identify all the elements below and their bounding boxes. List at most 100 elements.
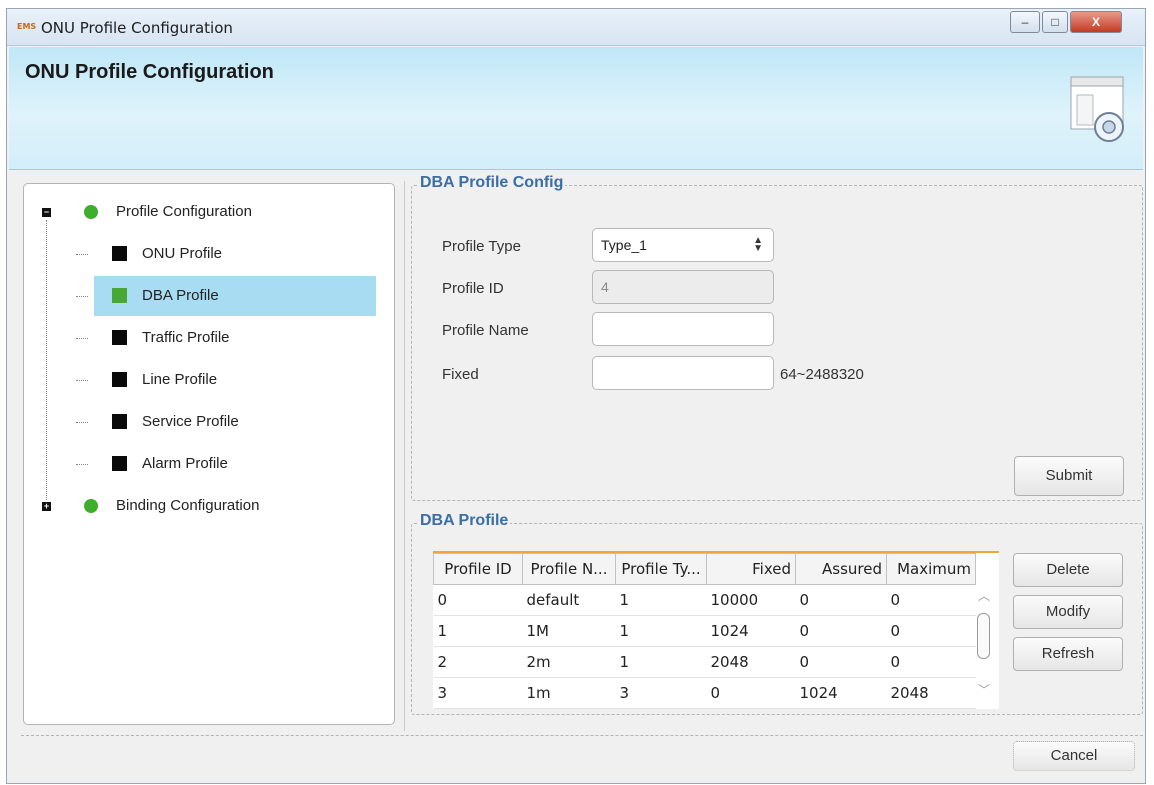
cell-profile-name: 2m [522,646,616,678]
column-header-maximum[interactable]: Maximum [886,553,976,585]
modify-button[interactable]: Modify [1013,595,1123,629]
table-row[interactable]: 0 default 1 10000 0 0 [433,584,976,616]
tree-connector [76,338,88,339]
green-play-icon [84,499,98,513]
tree-item-service-profile[interactable]: Service Profile [142,403,239,441]
tree-item-label: Service Profile [142,413,239,430]
tree-connector [76,296,88,297]
tree-item-label: ONU Profile [142,245,223,262]
cell-assured: 0 [795,584,887,616]
cell-assured: 0 [795,646,887,678]
tree-connector [76,464,88,465]
ems-app-icon: EMS [17,22,37,31]
table-header-row: Profile ID Profile N... Profile Ty... Fi… [433,553,976,585]
profile-name-field[interactable] [592,312,774,346]
delete-button[interactable]: Delete [1013,553,1123,587]
table-row[interactable]: 1 1M 1 1024 0 0 [433,615,976,647]
cell-fixed: 2048 [706,646,796,678]
tree-selection-highlight [94,276,376,316]
page-title: ONU Profile Configuration [25,61,274,83]
profile-type-label: Profile Type [442,238,521,255]
expand-icon[interactable]: + [42,502,51,511]
tree-item-label: Traffic Profile [142,329,230,346]
scroll-up-icon[interactable]: ︿ [978,587,990,604]
page-header: ONU Profile Configuration [9,47,1143,170]
table-scrollbar[interactable]: ︿ ﹀ [973,585,995,703]
onu-profile-icon [112,246,127,261]
refresh-button[interactable]: Refresh [1013,637,1123,671]
scroll-down-icon[interactable]: ﹀ [978,681,990,698]
settings-window-icon [1070,76,1124,142]
dba-profile-table[interactable]: Profile ID Profile N... Profile Ty... Fi… [433,551,999,709]
green-chevron-down-icon [84,205,98,219]
cell-profile-type: 1 [615,584,707,616]
cell-profile-type: 1 [615,646,707,678]
cell-maximum: 0 [886,615,976,647]
maximize-button[interactable]: □ [1042,11,1068,33]
cell-profile-type: 1 [615,615,707,647]
cell-profile-type: 3 [615,677,707,709]
dba-profile-icon [112,288,127,303]
cell-profile-id: 3 [433,677,523,709]
cell-fixed: 1024 [706,615,796,647]
fixed-field[interactable] [592,356,774,390]
tree-item-onu-profile[interactable]: ONU Profile [142,235,222,273]
cell-fixed: 10000 [706,584,796,616]
group-title: DBA Profile [418,512,511,530]
tree-item-alarm-profile[interactable]: Alarm Profile [142,445,228,483]
tree-item-binding-configuration[interactable]: Binding Configuration [116,487,259,525]
minimize-button[interactable]: – [1010,11,1040,33]
submit-button[interactable]: Submit [1014,456,1124,496]
updown-arrows-icon: ▲ ▼ [753,235,763,254]
profile-tree-panel: − Profile Configuration ONU Profile DBA … [23,183,395,725]
tree-item-profile-configuration[interactable]: Profile Configuration [116,193,252,231]
panel-divider [404,181,405,731]
fixed-label: Fixed [442,366,479,383]
alarm-profile-icon [112,456,127,471]
onu-profile-window: EMS ONU Profile Configuration – □ X ONU … [6,8,1146,784]
scroll-thumb[interactable] [977,613,990,659]
traffic-profile-icon [112,330,127,345]
column-header-fixed[interactable]: Fixed [706,553,796,585]
tree-item-label: Alarm Profile [142,455,228,472]
tree-item-label: DBA Profile [142,287,219,304]
column-header-profile-id[interactable]: Profile ID [433,553,523,585]
profile-type-select[interactable]: Type_1 ▲ ▼ [592,228,774,262]
cell-maximum: 0 [886,646,976,678]
cell-profile-id: 0 [433,584,523,616]
tree-connector [46,220,47,500]
column-header-profile-name[interactable]: Profile N... [522,553,616,585]
dba-profile-config-group: DBA Profile Config Profile Type Type_1 ▲… [411,174,1143,501]
tree-item-label: Profile Configuration [116,203,252,220]
tree-item-line-profile[interactable]: Line Profile [142,361,217,399]
table-row[interactable]: 3 1m 3 0 1024 2048 [433,677,976,709]
column-header-profile-type[interactable]: Profile Ty... [615,553,707,585]
close-button[interactable]: X [1070,11,1122,33]
service-profile-icon [112,414,127,429]
column-header-assured[interactable]: Assured [795,553,887,585]
cell-maximum: 0 [886,584,976,616]
cell-profile-name: 1m [522,677,616,709]
tree-connector [76,380,88,381]
collapse-icon[interactable]: − [42,208,51,217]
table-row[interactable]: 2 2m 1 2048 0 0 [433,646,976,678]
cell-assured: 1024 [795,677,887,709]
cancel-button[interactable]: Cancel [1013,741,1135,771]
cell-profile-name: default [522,584,616,616]
cell-assured: 0 [795,615,887,647]
profile-id-label: Profile ID [442,280,504,297]
tree-item-traffic-profile[interactable]: Traffic Profile [142,319,230,357]
title-bar[interactable]: EMS ONU Profile Configuration – □ X [7,9,1145,46]
fixed-range-hint: 64~2488320 [780,366,864,383]
cell-profile-id: 2 [433,646,523,678]
tree-item-label: Binding Configuration [116,497,260,514]
tree-item-label: Line Profile [142,371,218,388]
cell-fixed: 0 [706,677,796,709]
line-profile-icon [112,372,127,387]
tree-connector [76,422,88,423]
tree-item-dba-profile[interactable]: DBA Profile [142,277,219,315]
cell-profile-id: 1 [433,615,523,647]
profile-name-label: Profile Name [442,322,529,339]
cell-maximum: 2048 [886,677,976,709]
profile-id-field: 4 [592,270,774,304]
